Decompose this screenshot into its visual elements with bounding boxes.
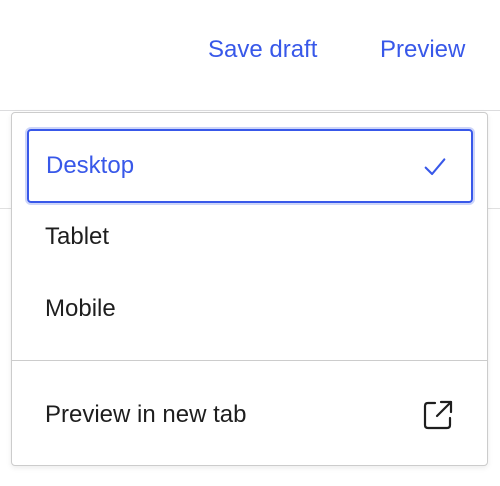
menu-item-tablet[interactable]: Tablet [28, 201, 472, 273]
menu-item-label: Preview in new tab [45, 401, 247, 428]
preview-button[interactable]: Preview [380, 34, 465, 66]
menu-item-label: Tablet [45, 223, 110, 250]
menu-item-label: Desktop [46, 152, 135, 179]
menu-item-desktop[interactable]: Desktop [27, 129, 473, 203]
editor-header: Save draft Preview [0, 0, 500, 111]
menu-item-mobile[interactable]: Mobile [28, 273, 472, 345]
menu-item-label: Mobile [45, 295, 116, 322]
external-link-icon [423, 400, 453, 430]
menu-divider [12, 360, 487, 361]
check-icon [424, 158, 446, 176]
save-draft-button[interactable]: Save draft [208, 34, 317, 66]
menu-item-preview-new-tab[interactable]: Preview in new tab [28, 379, 472, 451]
preview-dropdown-menu: Desktop Tablet Mobile Preview in new tab [11, 112, 488, 466]
